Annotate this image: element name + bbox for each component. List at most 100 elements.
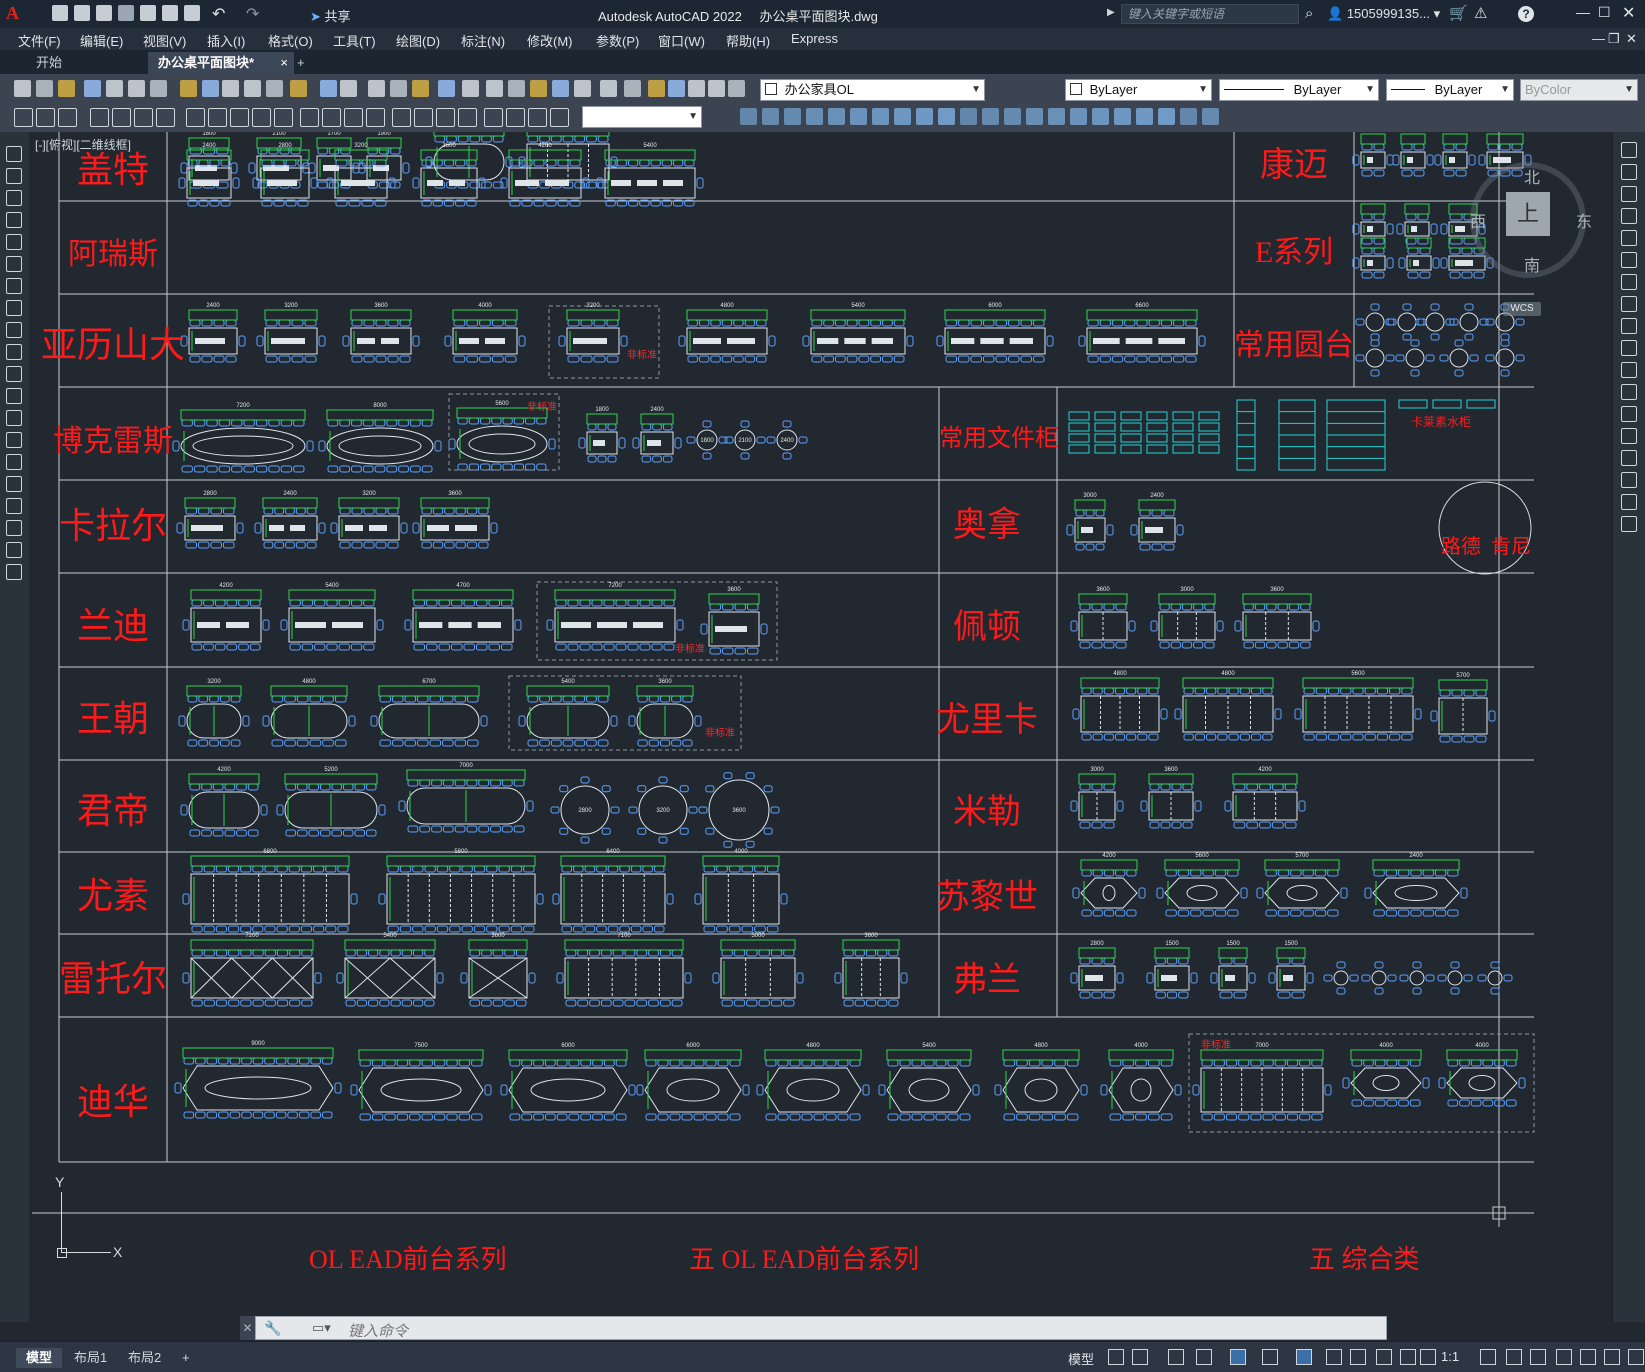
match-properties-icon[interactable]: [244, 80, 261, 97]
modify-palette-10-icon[interactable]: [1621, 340, 1637, 356]
modify-tool-2-icon[interactable]: [762, 108, 779, 125]
zoom-realtime-icon[interactable]: [368, 80, 385, 97]
doc-close-icon[interactable]: ✕: [1626, 31, 1637, 47]
undo-icon[interactable]: ↶: [212, 4, 225, 24]
dim-tool-11-icon[interactable]: [252, 108, 271, 127]
plot-preview-icon[interactable]: [106, 80, 123, 97]
modify-tool-11-icon[interactable]: [960, 108, 977, 125]
auto-scale-icon[interactable]: [1506, 1349, 1522, 1365]
color-dropdown[interactable]: ByLayer ▼: [1065, 79, 1212, 101]
layer-on-icon[interactable]: [624, 80, 641, 97]
tab-layout1[interactable]: 布局1: [64, 1348, 117, 1368]
menu-dimension[interactable]: 标注(N): [461, 31, 505, 50]
modify-palette-13-icon[interactable]: [1621, 406, 1637, 422]
menu-view[interactable]: 视图(V): [143, 31, 186, 50]
wcs-menu[interactable]: WCS: [1503, 302, 1541, 316]
menu-window[interactable]: 窗口(W): [658, 31, 705, 50]
draw-tool-7-icon[interactable]: [6, 278, 22, 294]
search-expand-icon[interactable]: ▶: [1107, 7, 1115, 18]
modify-palette-15-icon[interactable]: [1621, 450, 1637, 466]
menu-tools[interactable]: 工具(T): [333, 31, 376, 50]
3d-osnap-icon[interactable]: [1400, 1349, 1416, 1365]
menu-express[interactable]: Express: [791, 31, 838, 46]
paste-icon[interactable]: [222, 80, 239, 97]
layer-dropdown[interactable]: 办公家具OL ▼: [760, 79, 985, 101]
modify-tool-21-icon[interactable]: [1180, 108, 1197, 125]
modify-tool-1-icon[interactable]: [740, 108, 757, 125]
dim-tool-3-icon[interactable]: [58, 108, 77, 127]
maximize-button[interactable]: ☐: [1598, 4, 1611, 21]
block-editor-icon[interactable]: [266, 80, 283, 97]
draw-tool-16-icon[interactable]: [6, 476, 22, 492]
dim-tool-15-icon[interactable]: [344, 108, 363, 127]
lineweight-icon[interactable]: [1326, 1349, 1342, 1365]
modify-tool-8-icon[interactable]: [894, 108, 911, 125]
command-history-icon[interactable]: ▭▾: [312, 1320, 331, 1336]
draw-tool-19-icon[interactable]: [6, 542, 22, 558]
dim-tool-16-icon[interactable]: [366, 108, 385, 127]
draw-tool-1-icon[interactable]: [6, 146, 22, 162]
dim-tool-10-icon[interactable]: [230, 108, 249, 127]
isolate-objects-icon[interactable]: [1580, 1349, 1596, 1365]
modify-palette-3-icon[interactable]: [1621, 186, 1637, 202]
linetype-dropdown[interactable]: ByLayer ▼: [1219, 79, 1379, 101]
snap-icon[interactable]: [1132, 1349, 1148, 1365]
customize-icon[interactable]: 🔧: [264, 1320, 281, 1337]
save-as-icon[interactable]: [118, 5, 134, 21]
modify-tool-16-icon[interactable]: [1070, 108, 1087, 125]
modify-tool-18-icon[interactable]: [1114, 108, 1131, 125]
menu-draw[interactable]: 绘图(D): [396, 31, 440, 50]
modify-tool-9-icon[interactable]: [916, 108, 933, 125]
menu-parametric[interactable]: 参数(P): [596, 31, 639, 50]
layer-properties-icon[interactable]: [600, 80, 617, 97]
tab-active-drawing[interactable]: 办公桌平面图块* ×: [148, 52, 294, 74]
layer-freeze-icon[interactable]: [648, 80, 665, 97]
redo-icon[interactable]: [320, 80, 337, 97]
modify-tool-12-icon[interactable]: [982, 108, 999, 125]
modify-palette-8-icon[interactable]: [1621, 296, 1637, 312]
help-search-input[interactable]: 键入关键字或短语: [1121, 4, 1299, 24]
open-icon[interactable]: [74, 5, 90, 21]
doc-minimize-icon[interactable]: —: [1592, 31, 1605, 46]
draw-tool-18-icon[interactable]: [6, 520, 22, 536]
annotation-scale[interactable]: 1:1: [1441, 1349, 1459, 1364]
dim-tool-9-icon[interactable]: [208, 108, 227, 127]
menu-format[interactable]: 格式(O): [268, 31, 313, 50]
dim-tool-5-icon[interactable]: [112, 108, 131, 127]
dim-tool-12-icon[interactable]: [274, 108, 293, 127]
draw-tool-13-icon[interactable]: [6, 410, 22, 426]
draw-tool-10-icon[interactable]: [6, 344, 22, 360]
plot-icon[interactable]: [84, 80, 101, 97]
draw-tool-9-icon[interactable]: [6, 322, 22, 338]
compass-south[interactable]: 南: [1524, 252, 1540, 276]
tab-start[interactable]: 开始: [26, 52, 72, 74]
copy-icon[interactable]: [202, 80, 219, 97]
draw-tool-3-icon[interactable]: [6, 190, 22, 206]
dim-tool-14-icon[interactable]: [322, 108, 341, 127]
new-icon[interactable]: [14, 80, 31, 97]
zoom-window-icon[interactable]: [390, 80, 407, 97]
draw-tool-14-icon[interactable]: [6, 432, 22, 448]
polar-icon[interactable]: [1196, 1349, 1212, 1365]
search-icon[interactable]: ⌕: [1305, 5, 1313, 22]
dim-tool-21-icon[interactable]: [484, 108, 503, 127]
modify-tool-10-icon[interactable]: [938, 108, 955, 125]
dim-tool-6-icon[interactable]: [134, 108, 153, 127]
open-from-web-icon[interactable]: [140, 5, 156, 21]
lineweight-dropdown[interactable]: ByLayer ▼: [1386, 79, 1514, 101]
modify-palette-16-icon[interactable]: [1621, 472, 1637, 488]
model-space-button[interactable]: 模型: [1068, 1349, 1094, 1368]
publish-icon[interactable]: [128, 80, 145, 97]
dim-tool-24-icon[interactable]: [550, 108, 569, 127]
draw-tool-17-icon[interactable]: [6, 498, 22, 514]
make-current-icon[interactable]: [708, 80, 725, 97]
dim-tool-7-icon[interactable]: [156, 108, 175, 127]
dim-tool-23-icon[interactable]: [528, 108, 547, 127]
draw-tool-20-icon[interactable]: [6, 564, 22, 580]
dim-tool-19-icon[interactable]: [436, 108, 455, 127]
modify-palette-7-icon[interactable]: [1621, 274, 1637, 290]
dim-tool-2-icon[interactable]: [36, 108, 55, 127]
viewcube-top-face[interactable]: 上: [1506, 192, 1550, 236]
plotstyle-dropdown[interactable]: ByColor ▼: [1520, 79, 1638, 101]
menu-file[interactable]: 文件(F): [18, 31, 61, 50]
